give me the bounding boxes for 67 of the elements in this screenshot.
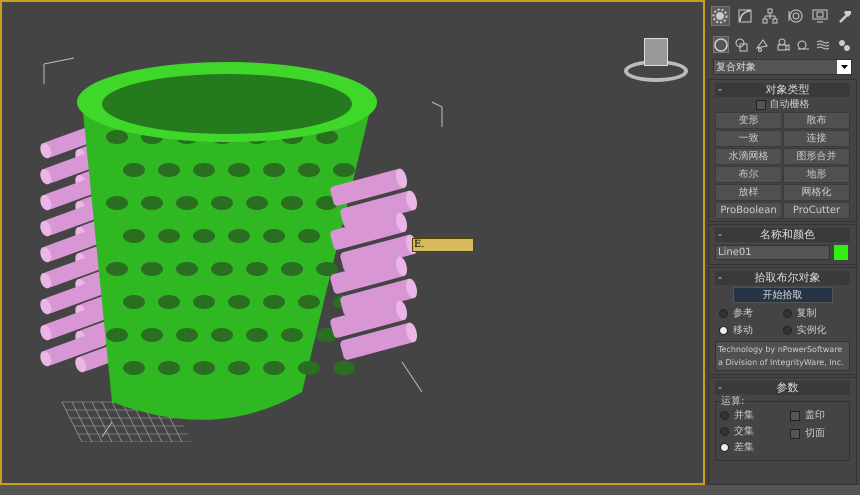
collapse-toggle[interactable]: - (718, 226, 728, 244)
panel-tab[interactable] (711, 6, 730, 26)
object-type-button[interactable]: ProBoolean (715, 202, 782, 219)
rollout-header[interactable]: - 拾取布尔对象 (715, 271, 850, 285)
radio-button[interactable] (782, 326, 792, 335)
color-swatch[interactable] (834, 245, 848, 260)
object-label-tooltip: E. (412, 238, 474, 252)
rollout-header[interactable]: - 对象类型 (715, 83, 850, 97)
collapse-toggle[interactable]: - (718, 82, 728, 98)
option-label: 参考 (733, 306, 753, 321)
caret-icon (840, 65, 848, 69)
gear-icon (712, 8, 728, 24)
start-pick-button[interactable]: 开始拾取 (732, 287, 832, 303)
radio-button[interactable] (720, 427, 729, 436)
monitor-icon (812, 8, 828, 24)
object-type-button[interactable]: 地形 (783, 166, 850, 183)
hierarchy-icon (762, 8, 778, 24)
radio-button[interactable] (782, 309, 792, 318)
viewport[interactable]: E. (0, 0, 705, 485)
option-label: 盖印 (805, 408, 825, 423)
radio-button[interactable] (720, 411, 729, 420)
object-type-button[interactable]: 布尔 (715, 166, 782, 183)
operation-label: 并集 (734, 408, 754, 423)
category-tab[interactable] (713, 36, 730, 53)
option-label: 移动 (733, 324, 753, 338)
rollout-title: 对象类型 (764, 82, 810, 98)
object-type-button[interactable]: 水滴网格 (715, 148, 782, 165)
radio-button[interactable] (719, 326, 728, 335)
viewcube-drawing (624, 38, 690, 84)
rollout-header[interactable]: - 名称和颜色 (715, 228, 850, 242)
checkbox[interactable] (790, 410, 800, 420)
object-type-button[interactable]: 放样 (715, 184, 782, 201)
rollout-title: 名称和颜色 (759, 226, 816, 243)
object-type-button[interactable]: 变形 (715, 112, 782, 129)
shapes-icon (734, 38, 749, 52)
operation-label: 交集 (734, 424, 754, 439)
operation-label: 差集 (734, 441, 754, 455)
rollout-title: 参数 (776, 380, 800, 396)
checkbox[interactable] (790, 428, 800, 438)
option-label: 切面 (805, 426, 825, 441)
object-type-button[interactable]: 网格化 (783, 184, 850, 201)
radio-button[interactable] (720, 443, 729, 452)
rollout-title: 拾取布尔对象 (754, 270, 822, 286)
credit-text: Technology by nPowerSoftware a Division of IntegrityWare, Inc. (715, 341, 850, 371)
option-label: 实例化 (796, 324, 826, 338)
sphere-icon (714, 38, 728, 52)
waves-icon (816, 38, 830, 52)
object-type-button[interactable]: 连接 (783, 130, 850, 147)
curve-icon (737, 8, 754, 24)
radio-button[interactable] (719, 309, 728, 318)
name-input[interactable]: Line01 (715, 245, 830, 260)
object-type-button[interactable]: 散布 (783, 112, 850, 129)
collapse-toggle[interactable]: - (718, 380, 728, 396)
autogrid-label: 自动栅格 (770, 98, 810, 112)
rollout-header[interactable]: - 参数 (715, 381, 850, 395)
camera-icon (776, 38, 790, 52)
collapse-toggle[interactable]: - (718, 270, 728, 286)
category-tab[interactable] (733, 36, 750, 53)
panel-tab[interactable] (760, 6, 780, 26)
object-type-button[interactable]: ProCutter (783, 202, 850, 219)
category-dropdown[interactable]: 复合对象 (713, 59, 852, 75)
disc-icon (786, 8, 803, 24)
checkbox[interactable] (756, 100, 766, 110)
object-type-button[interactable]: 图形合并 (783, 148, 850, 165)
lamp-icon (755, 38, 770, 52)
object-type-button[interactable]: 一致 (715, 130, 782, 147)
option-label: 复制 (796, 306, 816, 321)
